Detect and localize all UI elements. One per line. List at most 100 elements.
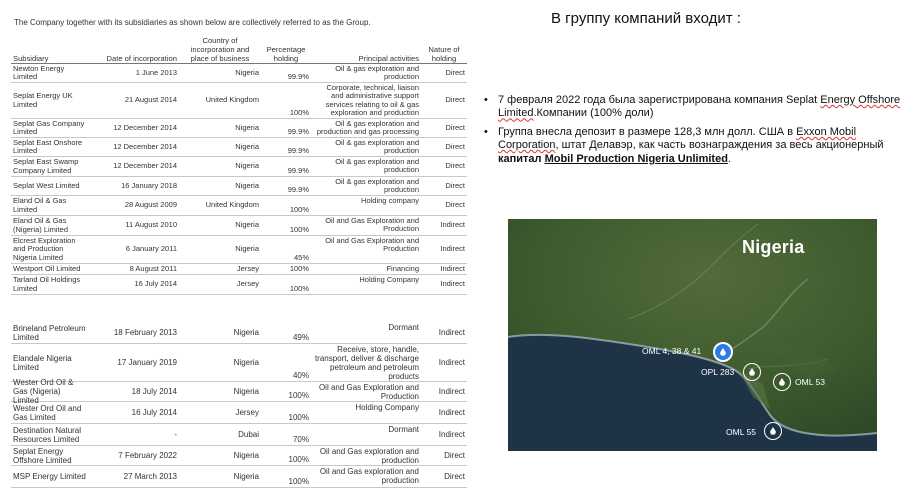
bullet-1-text: 7 февраля 2022 года была зарегистрирован… — [498, 94, 821, 106]
header-country: Country of incorporation and place of bu… — [190, 36, 250, 63]
cell-nature: Direct — [445, 161, 465, 171]
cell-nature: Indirect — [440, 244, 465, 254]
map-title: Nigeria — [742, 237, 805, 257]
bullet-2-capital: капитал — [498, 152, 545, 165]
cell-country: United Kingdom — [205, 95, 259, 105]
header-activities: Principal activities — [358, 54, 419, 63]
cell-activity: Holding Company — [359, 275, 419, 284]
table-row: Wester Ord Oil & Gas (Nigeria) Limited 18… — [11, 378, 467, 405]
cell-nature: Direct — [444, 472, 465, 481]
subsidiaries-table: Subsidiary Date of incorporation Country… — [11, 34, 467, 488]
cell-subsidiary: Elcrest Exploration and Production Niger… — [13, 235, 76, 262]
cell-country: United Kingdom — [205, 200, 259, 210]
cell-nature: Indirect — [438, 408, 465, 417]
table-row: Destination Natural Resources Limited - Du… — [11, 424, 467, 446]
cell-holding: 40% — [292, 371, 309, 380]
cell-country: Nigeria — [235, 161, 259, 171]
table-row: MSP Energy Limited 27 March 2013 Nigeria 10… — [11, 466, 467, 488]
table-row: Seplat East Swamp Company Limited 12 Dece… — [11, 157, 467, 177]
right-title: В группу компаний входит : — [551, 10, 741, 27]
cell-nature: Direct — [445, 122, 465, 132]
drop-icon — [720, 348, 726, 356]
cell-activity: Dormant — [388, 323, 419, 332]
cell-subsidiary: Seplat East Swamp Company Limited — [13, 157, 79, 175]
cell-country: Nigeria — [233, 387, 259, 396]
label-oml-55: OML 55 — [726, 427, 756, 437]
cell-country: Jersey — [236, 263, 259, 273]
label-oml-4-38-41: OML 4, 38 & 41 — [642, 346, 702, 356]
cell-date: 12 December 2014 — [113, 122, 177, 132]
cell-country: Nigeria — [233, 328, 259, 337]
cell-holding: 100% — [289, 283, 309, 293]
cell-date: 16 July 2014 — [131, 408, 177, 417]
cell-nature: Indirect — [438, 387, 465, 396]
cell-subsidiary: Wester Ord Oil & Gas (Nigeria) Limited — [13, 378, 74, 405]
table-body-upper: Newton Energy Limited 1 June 2013 Nigeria 9… — [11, 64, 467, 295]
drop-icon — [779, 378, 785, 386]
cell-subsidiary: Elandale Nigeria Limited — [13, 353, 72, 372]
cell-date: 21 August 2014 — [124, 95, 177, 105]
cell-activity: Oil & gas exploration and production — [335, 157, 419, 175]
bullet-list: 7 февраля 2022 года была зарегистрирован… — [483, 94, 903, 171]
cell-date: 1 June 2013 — [135, 67, 177, 77]
cell-date: 8 August 2011 — [129, 263, 177, 273]
cell-activity: Holding Company — [355, 403, 419, 412]
cell-activity: Oil & gas exploration and production — [335, 138, 419, 156]
cell-activity: Oil & gas exploration and production — [335, 177, 419, 195]
table-body-lower: Brineland Petroleum Limited 18 February 2… — [11, 322, 467, 488]
cell-holding: 99.9% — [287, 126, 309, 136]
cell-subsidiary: Westport Oil Limited — [13, 263, 81, 273]
table-row: Elcrest Exploration and Production Niger… — [11, 236, 467, 264]
table-gap — [11, 295, 467, 322]
oil-drop-icon[interactable] — [713, 342, 733, 362]
cell-date: 7 February 2022 — [118, 451, 177, 460]
cell-nature: Direct — [445, 200, 465, 210]
table-row: Wester Ord Oil and Gas Limited 16 July 20… — [11, 402, 467, 424]
cell-subsidiary: Wester Ord Oil and Gas Limited — [13, 403, 82, 422]
cell-holding: 100% — [288, 455, 309, 464]
cell-subsidiary: Tarland Oil Holdings Limited — [13, 275, 81, 293]
cell-date: 18 July 2014 — [131, 387, 177, 396]
cell-holding: 100% — [288, 477, 309, 486]
cell-holding: 100% — [288, 413, 309, 422]
cell-holding: 70% — [292, 435, 309, 444]
bullet-2-mobil: Mobil Production Nigeria Unlimited — [544, 152, 728, 165]
cell-activity: Oil and Gas Exploration and Production — [318, 383, 419, 401]
oil-drop-icon-oml55[interactable] — [764, 422, 782, 440]
table-row: Newton Energy Limited 1 June 2013 Nigeria 9… — [11, 64, 467, 83]
cell-country: Nigeria — [235, 180, 259, 190]
oil-drop-icon-opl283[interactable] — [743, 363, 761, 381]
cell-nature: Direct — [444, 451, 465, 460]
intro-text: The Company together with its subsidiari… — [14, 18, 371, 27]
cell-subsidiary: Destination Natural Resources Limited — [13, 425, 82, 444]
cell-holding: 100% — [289, 107, 309, 117]
map-graphic — [508, 219, 877, 451]
bullet-item-1: 7 февраля 2022 года была зарегистрирован… — [483, 94, 903, 121]
cell-date: 17 January 2019 — [117, 358, 177, 367]
cell-nature: Indirect — [440, 279, 465, 289]
cell-activity: Oil and Gas Exploration and Production — [325, 236, 419, 254]
cell-activity: Oil and Gas exploration and production — [319, 447, 419, 465]
cell-activity: Oil and Gas exploration and production — [319, 467, 419, 485]
cell-country: Nigeria — [235, 220, 259, 230]
cell-country: Nigeria — [233, 451, 259, 460]
cell-subsidiary: Eland Oil & Gas (Nigeria) Limited — [13, 216, 69, 234]
cell-subsidiary: Seplat Energy UK Limited — [13, 91, 73, 109]
cell-subsidiary: Seplat Gas Company Limited — [13, 118, 85, 136]
table-header: Subsidiary Date of incorporation Country… — [11, 34, 467, 64]
table-row: Seplat Energy UK Limited 21 August 2014 Un… — [11, 83, 467, 119]
oil-drop-icon-oml53[interactable] — [773, 373, 791, 391]
cell-activity: Oil and Gas Exploration and Production — [325, 216, 419, 234]
cell-country: Nigeria — [235, 67, 259, 77]
cell-subsidiary: Seplat West Limited — [13, 180, 80, 190]
cell-holding: 100% — [289, 204, 309, 214]
table-row: Eland Oil & Gas (Nigeria) Limited 11 Augu… — [11, 216, 467, 236]
cell-date: 16 January 2018 — [121, 180, 177, 190]
cell-activity: Corporate, technical, liaison and admini… — [325, 83, 419, 118]
cell-date: 16 July 2014 — [134, 279, 177, 289]
cell-nature: Direct — [445, 180, 465, 190]
cell-nature: Direct — [445, 141, 465, 151]
cell-nature: Direct — [445, 67, 465, 77]
cell-subsidiary: Seplat Energy Offshore Limited — [13, 446, 72, 465]
header-holding: Percentage holding — [266, 45, 306, 63]
